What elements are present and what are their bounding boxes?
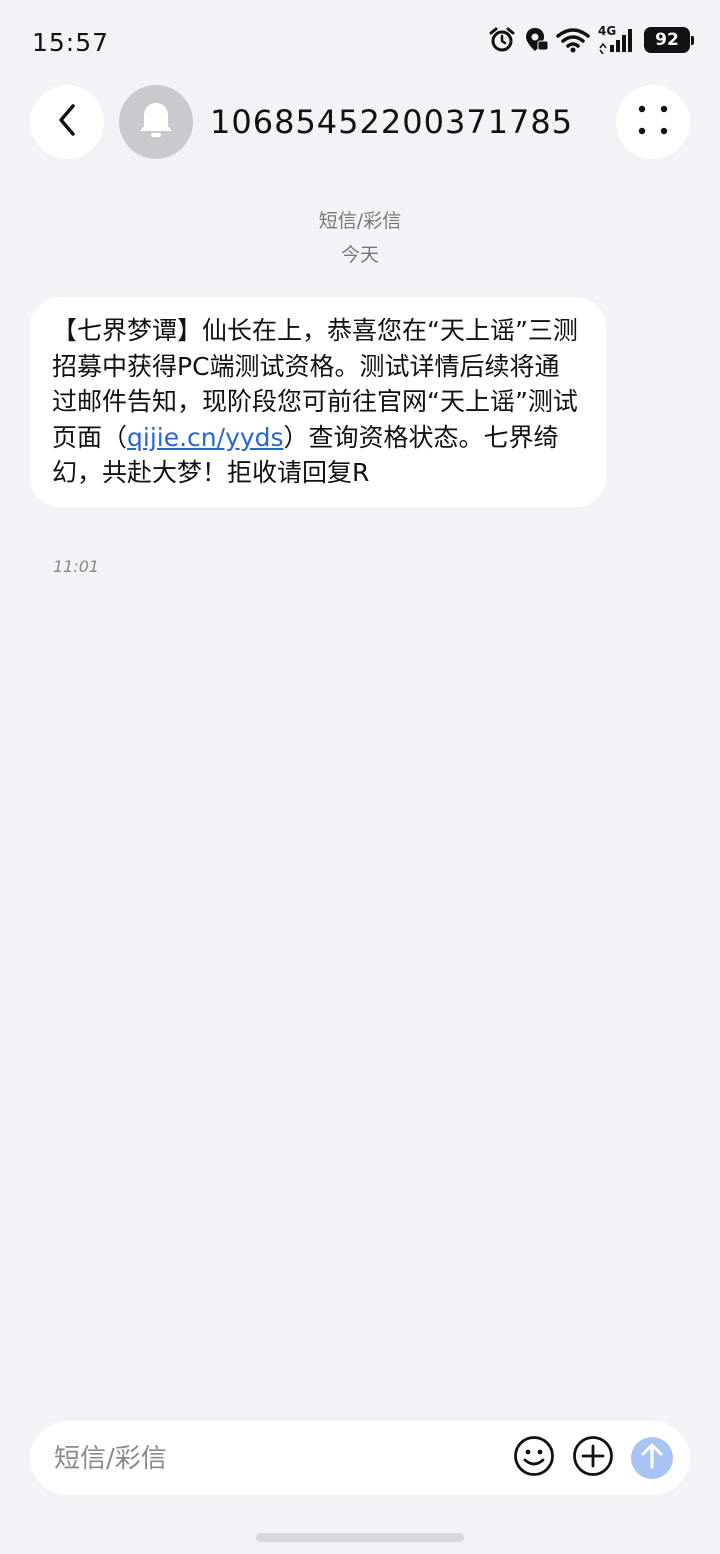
status-bar: 15:57 4G 92 — [0, 0, 720, 84]
avatar[interactable] — [119, 85, 193, 159]
attach-button[interactable] — [572, 1435, 614, 1481]
message-type-label: 短信/彩信 — [318, 210, 402, 232]
message-link[interactable]: qijie.cn/yyds — [127, 423, 284, 452]
arrow-up-icon — [639, 1442, 665, 1474]
more-options-button[interactable] — [616, 85, 690, 159]
plus-circle-icon — [572, 1435, 614, 1481]
home-indicator[interactable] — [256, 1533, 464, 1542]
status-time: 15:57 — [32, 28, 110, 57]
message-input[interactable] — [52, 1421, 496, 1497]
conversation-header: 10685452200371785 — [0, 85, 720, 161]
compose-bar — [30, 1421, 690, 1497]
message-bubble[interactable]: 【七界梦谭】仙长在上，恭喜您在“天上谣”三测招募中获得PC端测试资格。测试详情后… — [30, 297, 606, 507]
alarm-icon — [488, 26, 516, 54]
smiley-icon — [513, 1435, 555, 1481]
location-hd-icon — [524, 26, 548, 54]
emoji-button[interactable] — [513, 1435, 555, 1481]
message-timestamp: 11:01 — [53, 557, 100, 576]
cellular-signal-icon: 4G — [598, 24, 636, 54]
wifi-icon — [556, 27, 590, 53]
back-button[interactable] — [30, 85, 104, 159]
battery-level: 92 — [655, 30, 679, 50]
bell-icon — [137, 100, 175, 144]
contact-number: 10685452200371785 — [210, 103, 574, 141]
chevron-left-icon — [55, 102, 79, 142]
date-separator: 今天 — [340, 244, 379, 266]
battery-icon: 92 — [644, 27, 694, 53]
send-button[interactable] — [631, 1437, 673, 1479]
status-icons: 4G 92 — [488, 24, 694, 54]
more-dots-icon — [636, 103, 670, 141]
